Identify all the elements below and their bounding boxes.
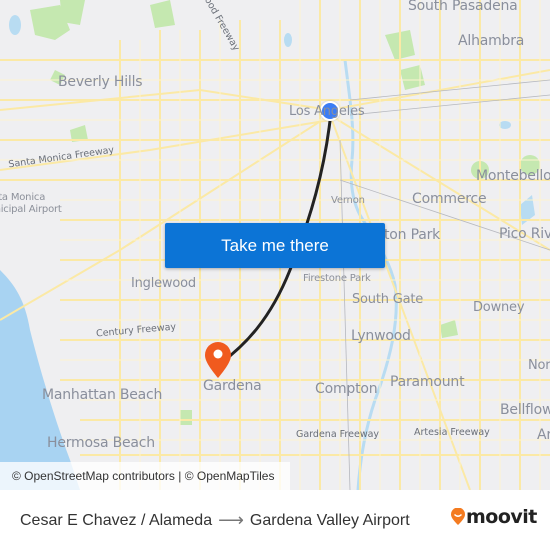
place-label: Bellflower bbox=[500, 402, 550, 418]
place-label: Norwalk bbox=[528, 358, 550, 373]
moovit-logo[interactable]: moovit bbox=[450, 506, 537, 528]
place-label: Manhattan Beach bbox=[42, 387, 163, 403]
place-label: Compton bbox=[315, 381, 378, 397]
moovit-wordmark: moovit bbox=[466, 506, 537, 528]
place-label: Beverly Hills bbox=[58, 74, 143, 90]
place-label: Santa Monica Municipal Airport bbox=[0, 192, 62, 215]
place-label: South Pasadena bbox=[408, 0, 518, 14]
arrow-right-icon: ⟶ bbox=[218, 510, 244, 530]
road-label: Gardena Freeway bbox=[296, 429, 380, 440]
place-label: Downey bbox=[473, 300, 525, 315]
take-me-there-label: Take me there bbox=[221, 235, 329, 255]
origin-name: Cesar E Chavez / Alameda bbox=[20, 511, 213, 529]
place-label: Firestone Park bbox=[303, 273, 371, 284]
take-me-there-button[interactable]: Take me there bbox=[165, 223, 385, 268]
place-label: Alhambra bbox=[458, 33, 525, 49]
destination-name: Gardena Valley Airport bbox=[249, 511, 410, 529]
route-title: Cesar E Chavez / Alameda ⟶ Gardena Valle… bbox=[20, 510, 410, 531]
moovit-pin-icon bbox=[451, 508, 465, 525]
place-label: Inglewood bbox=[131, 276, 196, 291]
place-label: Hermosa Beach bbox=[47, 435, 155, 451]
place-label: Lynwood bbox=[351, 328, 411, 344]
place-label: Montebello bbox=[476, 168, 550, 184]
place-label: Artesia bbox=[537, 427, 550, 443]
place-label: South Gate bbox=[352, 292, 424, 307]
place-label: Vernon bbox=[331, 195, 365, 206]
map-attribution[interactable]: © OpenStreetMap contributors | © OpenMap… bbox=[0, 462, 290, 490]
place-label: Pico Rivera bbox=[499, 226, 550, 242]
road-label: Artesia Freeway bbox=[414, 427, 490, 438]
parks bbox=[30, 0, 540, 425]
destination-pin-icon[interactable] bbox=[205, 342, 231, 378]
place-label: Paramount bbox=[390, 374, 465, 390]
place-label: Commerce bbox=[412, 191, 487, 207]
attribution-text: © OpenStreetMap contributors | © OpenMap… bbox=[12, 469, 275, 483]
place-label: Gardena bbox=[203, 378, 262, 394]
place-label: Los Angeles bbox=[289, 104, 365, 119]
